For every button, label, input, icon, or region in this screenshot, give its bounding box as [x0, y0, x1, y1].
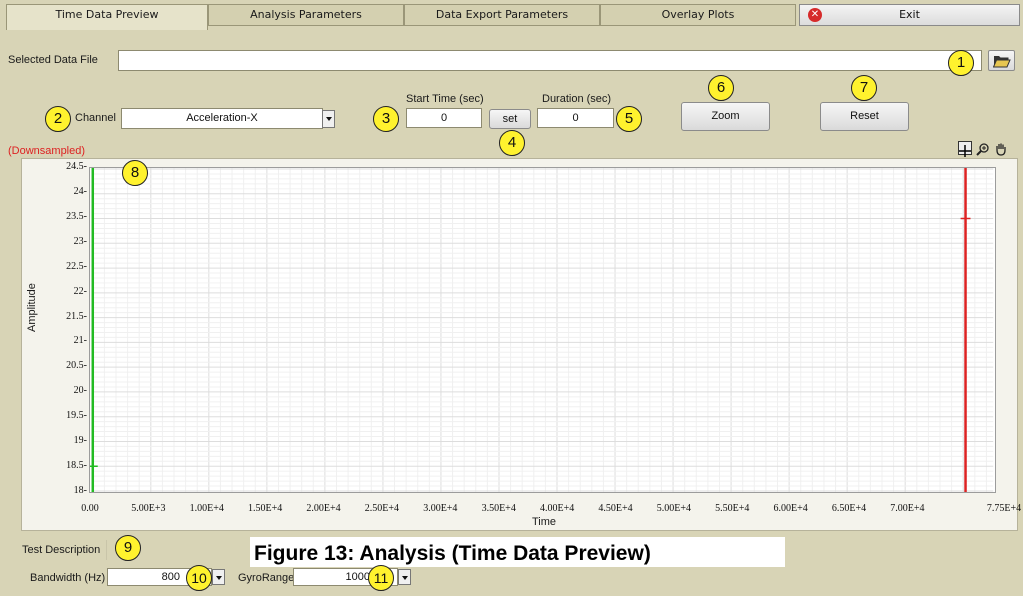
start-time-input[interactable]: 0 — [406, 108, 482, 128]
tab-label: Time Data Preview — [55, 8, 159, 21]
y-tick-label: 18.5- — [66, 460, 87, 472]
y-tick-label: 18- — [73, 485, 87, 496]
x-tick-label: 6.00E+4 — [773, 503, 808, 514]
tab-overlay-plots[interactable]: Overlay Plots — [600, 4, 796, 26]
y-tick-label: 21.5- — [66, 310, 87, 322]
y-tick-label: 22.5- — [66, 260, 87, 272]
x-tick-label: 6.50E+4 — [831, 503, 867, 514]
browse-button[interactable] — [988, 50, 1015, 71]
duration-label: Duration (sec) — [542, 93, 612, 105]
channel-select[interactable]: Acceleration-X — [121, 108, 323, 129]
y-tick-label: 20- — [73, 385, 87, 397]
set-button[interactable]: set — [489, 109, 531, 129]
x-tick-label: 4.50E+4 — [598, 503, 633, 514]
reset-button[interactable]: Reset — [820, 102, 909, 131]
y-tick-label: 19.5- — [66, 410, 87, 422]
channel-label: Channel — [75, 112, 116, 124]
divider — [106, 540, 107, 560]
exit-label: Exit — [899, 8, 920, 21]
callout-4: 4 — [499, 130, 525, 156]
x-tick-label: 4.00E+4 — [539, 503, 575, 514]
zoom-icon[interactable] — [976, 141, 990, 156]
chevron-down-icon[interactable] — [212, 569, 225, 585]
y-tick-label: 20.5- — [66, 360, 87, 372]
tab-analysis-parameters[interactable]: Analysis Parameters — [208, 4, 404, 26]
tab-label: Analysis Parameters — [250, 8, 362, 21]
tab-data-export-parameters[interactable]: Data Export Parameters — [404, 4, 600, 26]
tab-time-data-preview[interactable]: Time Data Preview — [6, 4, 208, 30]
callout-9: 9 — [115, 535, 141, 561]
callout-7: 7 — [851, 75, 877, 101]
cursor-marker-2[interactable] — [960, 214, 971, 223]
downsampled-label: (Downsampled) — [8, 145, 86, 157]
test-description-label: Test Description — [22, 544, 101, 556]
x-tick-label: 7.75E+4 — [986, 503, 1022, 514]
callout-8: 8 — [122, 160, 148, 186]
figure-caption: Figure 13: Analysis (Time Data Preview) — [254, 542, 651, 565]
callout-5: 5 — [616, 106, 642, 132]
chevron-down-icon[interactable] — [322, 110, 335, 128]
x-tick-label: 0.00 — [81, 503, 99, 514]
tab-label: Overlay Plots — [661, 8, 735, 21]
zoom-button[interactable]: Zoom — [681, 102, 770, 131]
y-tick-label: 19- — [73, 435, 87, 447]
y-tick-label: 22- — [73, 285, 87, 297]
callout-2: 2 — [45, 106, 71, 132]
plot-tools — [958, 141, 1018, 157]
callout-10: 10 — [186, 565, 212, 591]
x-tick-label: 2.50E+4 — [364, 503, 400, 514]
exit-button[interactable]: ✕ Exit — [799, 4, 1020, 26]
start-time-label: Start Time (sec) — [406, 93, 484, 105]
x-tick-label: 3.00E+4 — [423, 503, 458, 514]
y-tick-label: 23.5- — [66, 210, 87, 222]
callout-3: 3 — [373, 106, 399, 132]
chevron-down-icon[interactable] — [398, 569, 411, 585]
y-tick-label: 21- — [73, 335, 87, 347]
cursor-marker-1[interactable] — [89, 462, 98, 471]
x-tick-label: 5.50E+4 — [715, 503, 750, 514]
x-tick-label: 1.50E+4 — [248, 503, 283, 514]
x-tick-label: 2.00E+4 — [306, 503, 341, 514]
x-tick-label: 3.50E+4 — [481, 503, 516, 514]
y-tick-label: 24.5- — [66, 161, 87, 172]
folder-open-icon — [992, 56, 1011, 68]
x-tick-label: 5.00E+3 — [131, 503, 166, 514]
pan-hand-icon[interactable] — [994, 141, 1008, 156]
y-tick-label: 24- — [73, 185, 87, 197]
waveform-graph[interactable] — [89, 167, 996, 493]
y-tick-label: 23- — [73, 235, 87, 247]
bandwidth-label: Bandwidth (Hz) — [30, 572, 106, 584]
tab-label: Data Export Parameters — [435, 8, 569, 21]
gyro-range-label: GyroRange — [238, 572, 295, 584]
close-circle-icon: ✕ — [808, 8, 822, 22]
file-path-field[interactable] — [118, 50, 982, 71]
callout-1: 1 — [948, 50, 974, 76]
x-tick-label: 1.00E+4 — [189, 503, 224, 514]
x-axis-label: Time — [532, 516, 557, 528]
duration-input[interactable]: 0 — [537, 108, 614, 128]
callout-11: 11 — [368, 565, 394, 591]
callout-6: 6 — [708, 75, 734, 101]
x-tick-label: 5.00E+4 — [656, 503, 691, 514]
x-tick-label: 7.00E+4 — [890, 503, 925, 514]
y-axis-label: Amplitude — [26, 283, 38, 332]
crosshair-icon[interactable] — [958, 141, 972, 157]
file-label: Selected Data File — [8, 54, 98, 66]
